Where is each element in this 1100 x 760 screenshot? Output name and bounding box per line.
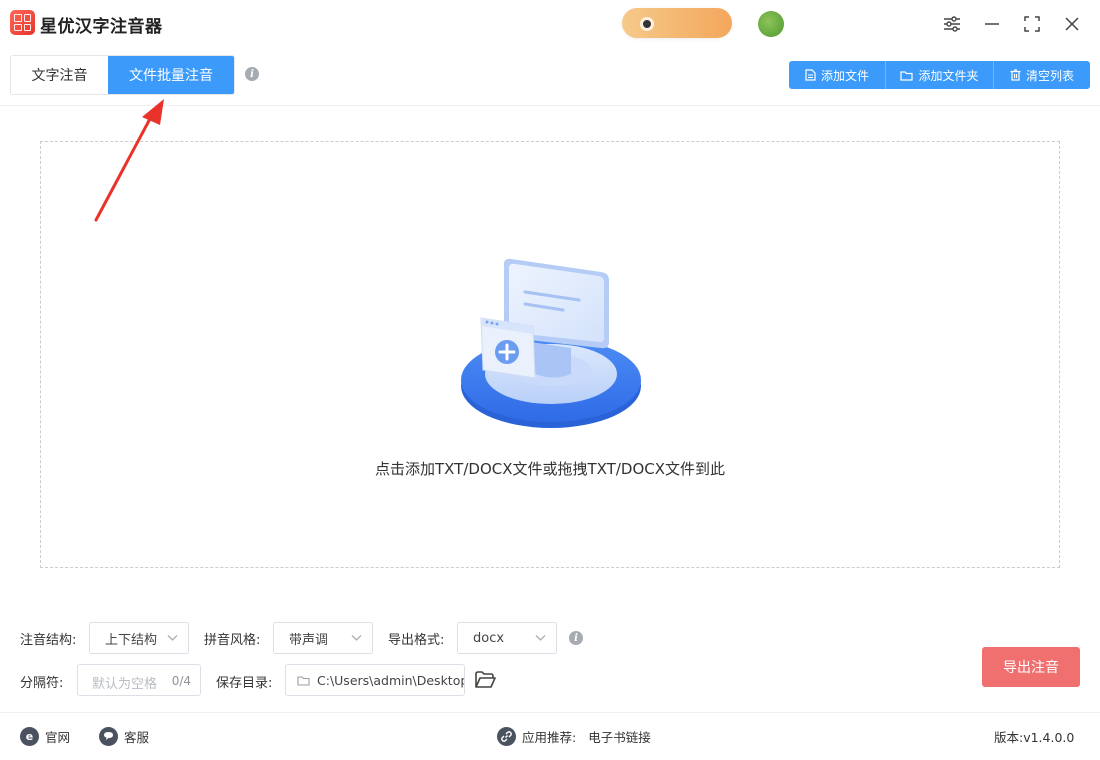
file-drop-zone[interactable]: 点击添加TXT/DOCX文件或拖拽TXT/DOCX文件到此 <box>40 141 1060 568</box>
structure-value: 上下结构 <box>105 632 158 648</box>
add-file-label: 添加文件 <box>820 68 869 83</box>
pinyin-style-label: 拼音风格: <box>204 633 261 648</box>
clear-list-label: 清空列表 <box>1025 68 1074 83</box>
export-button[interactable]: 导出注音 <box>982 647 1080 687</box>
export-format-label: 导出格式: <box>388 633 445 648</box>
settings-icon[interactable] <box>940 12 964 36</box>
vip-icon <box>640 17 654 31</box>
format-info-icon[interactable]: i <box>569 631 583 645</box>
app-recommend[interactable]: 应用推荐: 电子书链接 <box>497 726 651 746</box>
info-icon[interactable]: i <box>245 67 259 81</box>
tab-text-annotation[interactable]: 文字注音 <box>11 56 108 94</box>
folder-icon <box>900 70 914 81</box>
open-folder-icon[interactable] <box>474 670 496 690</box>
structure-select[interactable]: 上下结构 <box>89 622 189 654</box>
separator-input[interactable]: 默认为空格 0/4 <box>77 664 201 696</box>
file-icon <box>805 69 816 81</box>
browser-icon: e <box>20 726 39 746</box>
chevron-down-icon <box>535 635 546 641</box>
chevron-down-icon <box>167 635 178 641</box>
website-link[interactable]: e 官网 <box>20 726 70 746</box>
drop-zone-hint: 点击添加TXT/DOCX文件或拖拽TXT/DOCX文件到此 <box>375 460 725 478</box>
pinyin-style-select[interactable]: 带声调 <box>273 622 373 654</box>
save-dir-label: 保存目录: <box>216 676 273 691</box>
add-file-button[interactable]: 添加文件 <box>789 61 886 89</box>
version-label: 版本:v1.4.0.0 <box>994 729 1075 745</box>
folder-icon <box>297 676 310 686</box>
separator-label: 分隔符: <box>20 676 64 691</box>
support-label: 客服 <box>124 729 150 745</box>
title-bar: 星优汉字注音器 <box>0 0 1100 48</box>
save-dir-value: C:\Users\admin\Desktop <box>317 673 465 688</box>
pinyin-style-value: 带声调 <box>289 632 329 648</box>
chat-icon <box>99 726 118 746</box>
add-folder-label: 添加文件夹 <box>918 68 979 83</box>
support-link[interactable]: 客服 <box>99 726 149 746</box>
save-dir-input[interactable]: C:\Users\admin\Desktop <box>285 664 465 696</box>
recommend-value[interactable]: 电子书链接 <box>588 727 651 746</box>
avatar[interactable] <box>758 11 784 37</box>
website-label: 官网 <box>45 729 71 745</box>
vip-badge[interactable] <box>622 8 732 38</box>
separator-char-count: 0/4 <box>171 674 191 688</box>
chevron-down-icon <box>351 635 362 641</box>
separator-placeholder: 默认为空格 <box>92 677 158 692</box>
monitor-add-illustration <box>461 258 641 428</box>
recommend-label: 应用推荐: <box>522 729 577 745</box>
add-folder-button[interactable]: 添加文件夹 <box>886 61 994 89</box>
app-title: 星优汉字注音器 <box>40 17 163 37</box>
header-divider <box>0 105 1100 106</box>
tab-batch-file-annotation[interactable]: 文件批量注音 <box>108 56 234 94</box>
file-toolbar: 添加文件 添加文件夹 清空列表 <box>789 61 1090 89</box>
app-logo <box>10 10 35 35</box>
footer-divider <box>0 712 1100 713</box>
version-info: 版本:v1.4.0.0 <box>994 726 1074 746</box>
structure-label: 注音结构: <box>20 633 77 648</box>
clear-list-button[interactable]: 清空列表 <box>994 61 1090 89</box>
minimize-icon[interactable] <box>980 12 1004 36</box>
trash-icon <box>1010 69 1021 81</box>
maximize-icon[interactable] <box>1020 12 1044 36</box>
mode-tabs: 文字注音 文件批量注音 <box>10 55 235 95</box>
link-icon <box>497 726 516 746</box>
close-icon[interactable] <box>1060 12 1084 36</box>
export-format-select[interactable]: docx <box>457 622 557 654</box>
export-format-value: docx <box>473 630 505 646</box>
